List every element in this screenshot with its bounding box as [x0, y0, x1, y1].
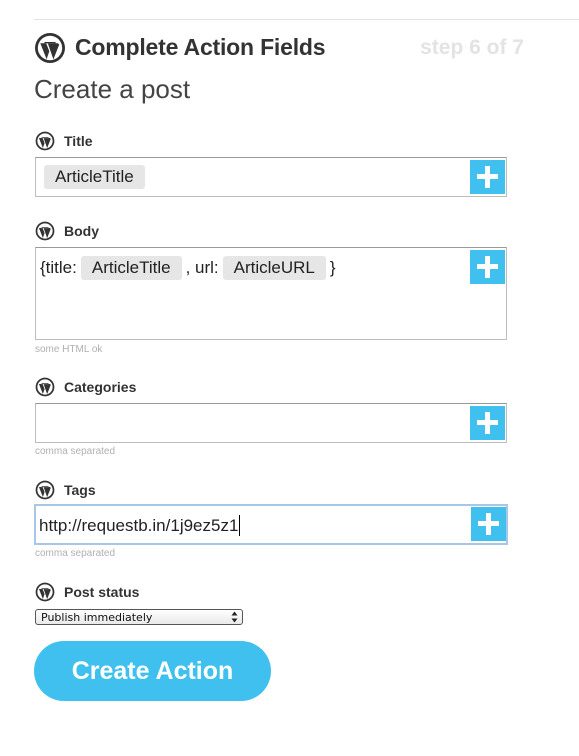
title-add-button[interactable] [470, 160, 505, 194]
tags-field[interactable]: http://requestb.in/1j9ez5z1 [34, 504, 508, 545]
top-divider [34, 19, 579, 20]
header: Complete Action Fields step 6 of 7 [34, 31, 524, 65]
categories-hint: comma separated [35, 446, 116, 457]
article-title-token[interactable]: ArticleTitle [44, 165, 145, 189]
wordpress-logo-icon [35, 480, 55, 500]
create-action-button[interactable]: Create Action [34, 641, 271, 701]
body-text-suffix: } [329, 258, 336, 277]
page-title: Complete Action Fields [75, 34, 326, 60]
wordpress-logo-icon [35, 221, 55, 241]
tags-hint: comma separated [35, 548, 116, 559]
page-subtitle: Create a post [34, 74, 191, 104]
select-arrows-icon [231, 611, 238, 623]
body-field[interactable]: {title: ArticleTitle , url: ArticleURL } [35, 247, 507, 340]
step-indicator: step 6 of 7 [420, 36, 524, 59]
body-hint: some HTML ok [35, 344, 103, 355]
tags-input-value: http://requestb.in/1j9ez5z1 [39, 515, 239, 535]
tags-label-text: Tags [64, 482, 96, 498]
wordpress-logo-icon [35, 582, 55, 602]
title-field[interactable]: ArticleTitle [35, 157, 507, 197]
categories-add-button[interactable] [470, 406, 505, 440]
wordpress-logo-icon [35, 377, 55, 397]
title-field-content: ArticleTitle [40, 165, 149, 189]
tags-field-content: http://requestb.in/1j9ez5z1 [39, 515, 241, 536]
wordpress-logo-icon [34, 32, 66, 64]
post-status-select[interactable]: Publish immediately [35, 609, 243, 625]
body-label-text: Body [64, 223, 99, 239]
body-field-content: {title: ArticleTitle , url: ArticleURL } [40, 256, 336, 280]
categories-field[interactable] [35, 403, 507, 443]
tags-add-button[interactable] [471, 507, 506, 541]
categories-label-text: Categories [64, 379, 137, 395]
wordpress-logo-icon [35, 131, 55, 151]
post-status-selected-value: Publish immediately [41, 611, 153, 624]
title-label-text: Title [64, 133, 93, 149]
body-text-prefix: {title: [40, 258, 77, 277]
article-title-token[interactable]: ArticleTitle [80, 256, 182, 280]
body-add-button[interactable] [470, 250, 505, 284]
article-url-token[interactable]: ArticleURL [222, 256, 326, 280]
action-fields-page: Complete Action Fields step 6 of 7 Creat… [0, 0, 579, 756]
text-cursor [239, 515, 241, 536]
post-status-label-text: Post status [64, 584, 140, 600]
body-text-middle: , url: [185, 258, 219, 277]
